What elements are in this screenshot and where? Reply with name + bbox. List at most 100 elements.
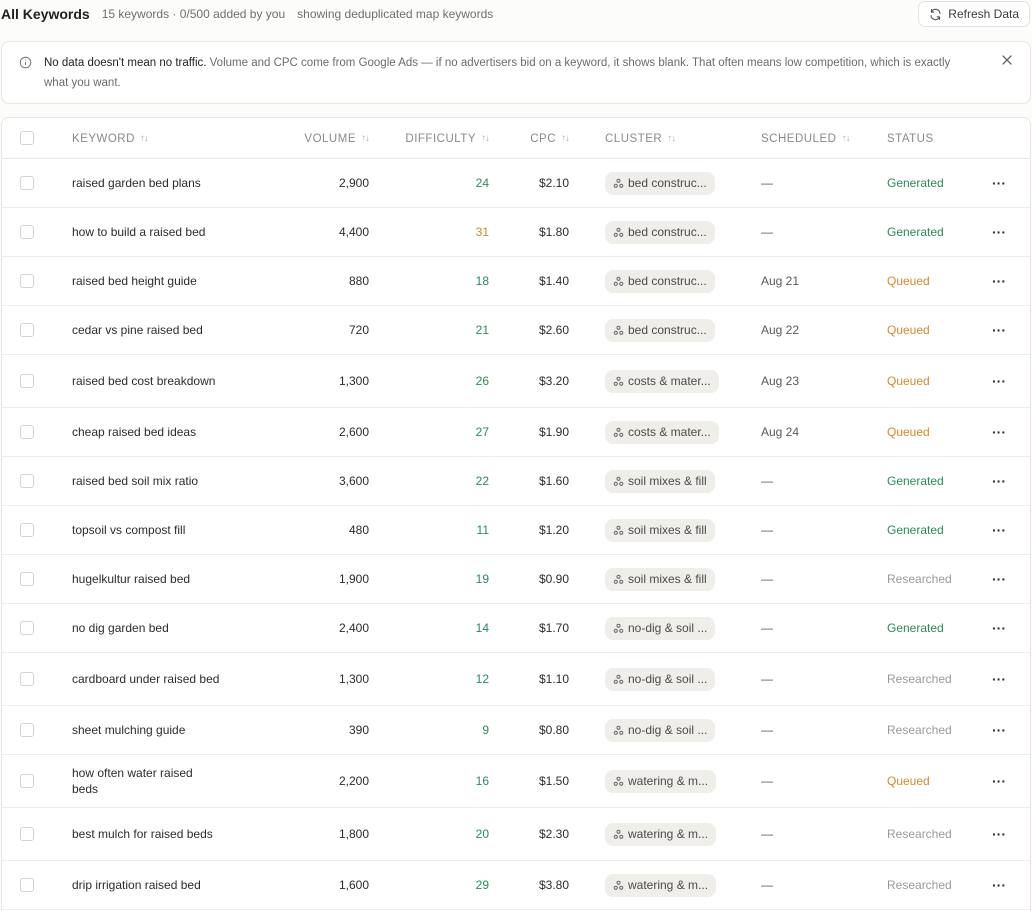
keyword-cell: drip irrigation raised bed — [72, 878, 201, 892]
row-checkbox[interactable] — [20, 672, 34, 686]
row-more-icon[interactable]: ··· — [992, 671, 1006, 687]
sort-icon: ↑↓ — [481, 133, 490, 144]
row-more-icon[interactable]: ··· — [992, 773, 1006, 789]
row-checkbox[interactable] — [20, 523, 34, 537]
row-more-icon[interactable]: ··· — [992, 620, 1006, 636]
keyword-cell: sheet mulching guide — [72, 723, 186, 737]
cluster-chip[interactable]: no-dig & soil ... — [605, 616, 716, 640]
row-more-icon[interactable]: ··· — [992, 322, 1006, 338]
scheduled-cell: — — [761, 774, 773, 788]
table-row: drip irrigation raised bed 1,600 29 $3.8… — [2, 861, 1030, 910]
row-checkbox[interactable] — [20, 425, 34, 439]
status-cell: Researched — [887, 723, 952, 737]
cluster-chip[interactable]: bed construc... — [605, 318, 715, 342]
cluster-chip[interactable]: no-dig & soil ... — [605, 667, 716, 691]
cpc-cell: $1.80 — [538, 225, 569, 239]
row-checkbox[interactable] — [20, 774, 34, 788]
volume-cell: 390 — [348, 723, 369, 737]
table-row: raised garden bed plans 2,900 24 $2.10 b… — [2, 159, 1030, 208]
select-all-checkbox[interactable] — [20, 131, 34, 145]
table-row: best mulch for raised beds 1,800 20 $2.3… — [2, 808, 1030, 861]
row-checkbox[interactable] — [20, 474, 34, 488]
cluster-chip[interactable]: soil mixes & fill — [605, 567, 715, 591]
cluster-chip[interactable]: bed construc... — [605, 220, 715, 244]
cluster-icon — [613, 776, 624, 786]
cluster-label: no-dig & soil ... — [628, 723, 708, 737]
row-checkbox[interactable] — [20, 274, 34, 288]
close-icon[interactable] — [1001, 54, 1013, 66]
row-more-icon[interactable]: ··· — [992, 571, 1006, 587]
cluster-chip[interactable]: no-dig & soil ... — [605, 718, 716, 742]
row-checkbox[interactable] — [20, 323, 34, 337]
row-more-icon[interactable]: ··· — [992, 473, 1006, 489]
cluster-chip[interactable]: watering & m... — [605, 873, 717, 897]
table-row: topsoil vs compost fill 480 11 $1.20 soi… — [2, 506, 1030, 555]
row-checkbox[interactable] — [20, 176, 34, 190]
column-volume[interactable]: VOLUME ↑↓ — [262, 118, 370, 159]
column-cluster[interactable]: CLUSTER ↑↓ — [605, 118, 676, 159]
row-checkbox[interactable] — [20, 878, 34, 892]
row-more-icon[interactable]: ··· — [992, 522, 1006, 538]
cluster-chip[interactable]: bed construc... — [605, 171, 715, 195]
volume-cell: 1,300 — [338, 374, 369, 388]
keyword-cell: how often water raised beds — [72, 766, 193, 796]
scheduled-cell: — — [761, 225, 773, 239]
row-more-icon[interactable]: ··· — [992, 175, 1006, 191]
row-checkbox[interactable] — [20, 374, 34, 388]
row-more-icon[interactable]: ··· — [992, 826, 1006, 842]
row-checkbox[interactable] — [20, 572, 34, 586]
difficulty-cell: 16 — [475, 774, 489, 788]
table-header: KEYWORD ↑↓ VOLUME ↑↓ DIFFICULTY ↑↓ CPC ↑↓ CL… — [2, 118, 1030, 159]
sort-icon: ↑↓ — [561, 133, 570, 144]
volume-cell: 3,600 — [338, 474, 369, 488]
column-keyword[interactable]: KEYWORD ↑↓ — [72, 118, 149, 159]
scheduled-cell: Aug 21 — [761, 274, 800, 288]
row-checkbox[interactable] — [20, 225, 34, 239]
cluster-chip[interactable]: costs & mater... — [605, 420, 719, 444]
row-more-icon[interactable]: ··· — [992, 722, 1006, 738]
volume-cell: 480 — [348, 523, 369, 537]
cluster-label: soil mixes & fill — [628, 474, 707, 488]
scheduled-cell: — — [761, 827, 773, 841]
cluster-label: watering & m... — [628, 827, 709, 841]
table-row: no dig garden bed 2,400 14 $1.70 no-dig … — [2, 604, 1030, 653]
cluster-chip[interactable]: watering & m... — [605, 769, 717, 793]
cpc-cell: $3.80 — [538, 878, 569, 892]
volume-cell: 880 — [348, 274, 369, 288]
column-scheduled[interactable]: SCHEDULED ↑↓ — [761, 118, 850, 159]
cluster-label: soil mixes & fill — [628, 523, 707, 537]
difficulty-cell: 12 — [475, 672, 489, 686]
column-difficulty[interactable]: DIFFICULTY ↑↓ — [382, 118, 490, 159]
table-row: how to build a raised bed 4,400 31 $1.80… — [2, 208, 1030, 257]
cluster-chip[interactable]: soil mixes & fill — [605, 518, 715, 542]
cluster-label: costs & mater... — [628, 425, 711, 439]
row-checkbox[interactable] — [20, 723, 34, 737]
status-cell: Queued — [887, 425, 930, 439]
cluster-label: no-dig & soil ... — [628, 621, 708, 635]
row-more-icon[interactable]: ··· — [992, 877, 1006, 893]
row-checkbox[interactable] — [20, 827, 34, 841]
cluster-icon — [613, 829, 624, 839]
row-checkbox[interactable] — [20, 621, 34, 635]
column-cpc[interactable]: CPC ↑↓ — [502, 118, 570, 159]
cluster-chip[interactable]: bed construc... — [605, 269, 715, 293]
difficulty-cell: 26 — [475, 374, 489, 388]
info-icon — [19, 56, 32, 69]
volume-cell: 2,200 — [338, 774, 369, 788]
row-more-icon[interactable]: ··· — [992, 224, 1006, 240]
row-more-icon[interactable]: ··· — [992, 373, 1006, 389]
cluster-chip[interactable]: costs & mater... — [605, 369, 719, 393]
cpc-cell: $0.90 — [538, 572, 569, 586]
row-more-icon[interactable]: ··· — [992, 273, 1006, 289]
status-cell: Generated — [887, 474, 944, 488]
table-row: hugelkultur raised bed 1,900 19 $0.90 so… — [2, 555, 1030, 604]
difficulty-cell: 20 — [475, 827, 489, 841]
cluster-chip[interactable]: soil mixes & fill — [605, 469, 715, 493]
status-cell: Queued — [887, 274, 930, 288]
status-cell: Researched — [887, 878, 952, 892]
row-more-icon[interactable]: ··· — [992, 424, 1006, 440]
cluster-icon — [613, 674, 624, 684]
refresh-data-button[interactable]: Refresh Data — [918, 1, 1030, 27]
cluster-chip[interactable]: watering & m... — [605, 822, 717, 846]
cluster-icon — [613, 476, 624, 486]
